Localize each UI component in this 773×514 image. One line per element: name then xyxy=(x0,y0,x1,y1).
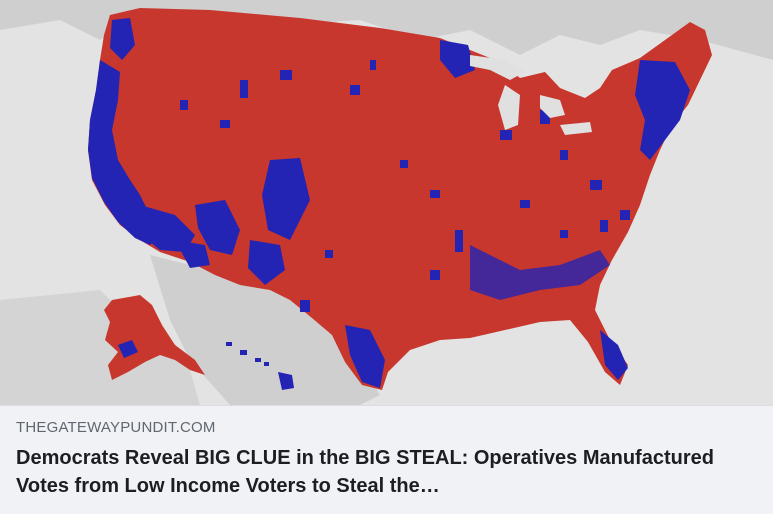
link-preview-card[interactable]: THEGATEWAYPUNDIT.COM Democrats Reveal BI… xyxy=(0,0,773,514)
source-domain: THEGATEWAYPUNDIT.COM xyxy=(16,419,216,436)
article-headline[interactable]: Democrats Reveal BIG CLUE in the BIG STE… xyxy=(16,444,757,500)
us-county-map xyxy=(0,0,773,405)
link-caption[interactable]: THEGATEWAYPUNDIT.COM Democrats Reveal BI… xyxy=(0,405,773,514)
preview-image[interactable] xyxy=(0,0,773,405)
